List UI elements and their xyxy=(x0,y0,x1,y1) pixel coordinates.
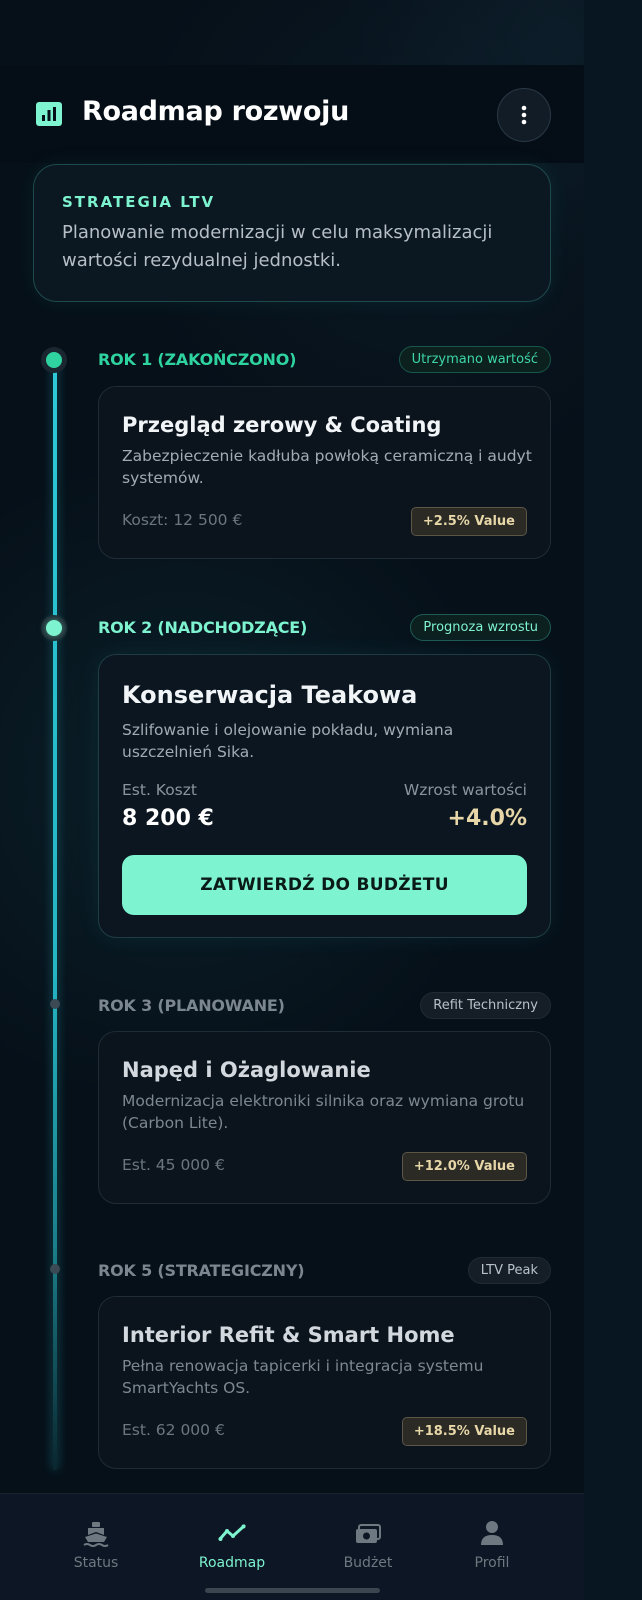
milestone-title: Interior Refit & Smart Home xyxy=(122,1323,455,1347)
nav-item-profile[interactable]: Profil xyxy=(432,1519,552,1571)
milestone-title: Przegląd zerowy & Coating xyxy=(122,413,442,437)
growth-label: Wzrost wartości xyxy=(403,781,527,799)
milestone-status-tag: Prognoza wzrostu xyxy=(410,614,551,641)
home-indicator xyxy=(205,1588,380,1593)
value-badge: +12.0% Value xyxy=(401,1152,527,1181)
milestone-cost: Koszt: 12 500 € xyxy=(122,511,243,529)
milestone-description: Modernizacja elektroniki silnika oraz wy… xyxy=(122,1092,525,1132)
right-edge-strip xyxy=(584,0,642,1600)
milestone-description: Szlifowanie i olejowanie pokładu, wymian… xyxy=(122,721,454,761)
milestone-title: Napęd i Ożaglowanie xyxy=(122,1058,371,1082)
milestone-year-label: ROK 1 (ZAKOŃCZONO) xyxy=(98,350,297,369)
milestone-description: Zabezpieczenie kadłuba powłoką ceramiczn… xyxy=(122,447,532,487)
nav-label: Profil xyxy=(474,1555,510,1571)
milestone-card[interactable]: Interior Refit & Smart Home Pełna renowa… xyxy=(98,1296,551,1469)
milestone-year-label: ROK 2 (NADCHODZĄCE) xyxy=(98,618,308,637)
person-icon xyxy=(481,1521,503,1545)
strategy-description: Planowanie modernizacji w celu maksymali… xyxy=(62,222,493,271)
milestone-card[interactable]: Przegląd zerowy & Coating Zabezpieczenie… xyxy=(98,386,551,559)
cost-label: Est. Koszt xyxy=(122,781,197,799)
chart-bar-icon xyxy=(36,102,62,126)
more-vertical-icon xyxy=(521,105,527,125)
milestone-cost: Est. 62 000 € xyxy=(122,1421,225,1439)
milestone-cost: Est. 45 000 € xyxy=(122,1156,225,1174)
milestone-card[interactable]: Napęd i Ożaglowanie Modernizacja elektro… xyxy=(98,1031,551,1204)
approve-to-budget-button[interactable]: ZATWIERDŹ DO BUDŻETU xyxy=(122,855,527,915)
nav-item-status[interactable]: Status xyxy=(36,1519,156,1571)
nav-item-roadmap[interactable]: Roadmap xyxy=(172,1519,292,1571)
milestone-status-tag: LTV Peak xyxy=(467,1257,551,1284)
cost-value: 8 200 € xyxy=(122,806,214,831)
milestone-title: Konserwacja Teakowa xyxy=(122,681,418,709)
timeline-dot-upcoming xyxy=(41,615,67,641)
money-icon xyxy=(356,1524,381,1543)
milestone-card-active[interactable]: Konserwacja Teakowa Szlifowanie i olejow… xyxy=(98,654,551,938)
strategy-card: STRATEGIA LTV Planowanie modernizacji w … xyxy=(33,164,551,302)
milestone-status-tag: Utrzymano wartość xyxy=(398,346,551,373)
timeline-dot-completed xyxy=(41,347,67,373)
nav-label: Status xyxy=(73,1555,119,1571)
value-badge: +2.5% Value xyxy=(410,507,527,536)
growth-value: +4.0% xyxy=(447,806,527,831)
page-title: Roadmap rozwoju xyxy=(82,96,350,127)
timeline-line xyxy=(53,358,57,1470)
milestone-status-tag: Refit Techniczny xyxy=(420,992,551,1019)
nav-item-budget[interactable]: Budżet xyxy=(308,1519,428,1571)
boat-icon xyxy=(83,1522,109,1547)
nav-label: Roadmap xyxy=(198,1555,266,1571)
nav-label: Budżet xyxy=(343,1555,393,1571)
milestone-year-label: ROK 3 (PLANOWANE) xyxy=(98,996,285,1015)
milestone-year-label: ROK 5 (STRATEGICZNY) xyxy=(98,1261,305,1280)
milestone-description: Pełna renowacja tapicerki i integracja s… xyxy=(122,1357,484,1397)
timeline-dot-planned xyxy=(50,999,60,1009)
timeline-dot-planned xyxy=(50,1264,60,1274)
more-options-button[interactable] xyxy=(497,88,551,142)
strategy-kicker: STRATEGIA LTV xyxy=(62,193,216,211)
value-badge: +18.5% Value xyxy=(401,1417,527,1446)
trend-line-icon xyxy=(218,1524,246,1541)
